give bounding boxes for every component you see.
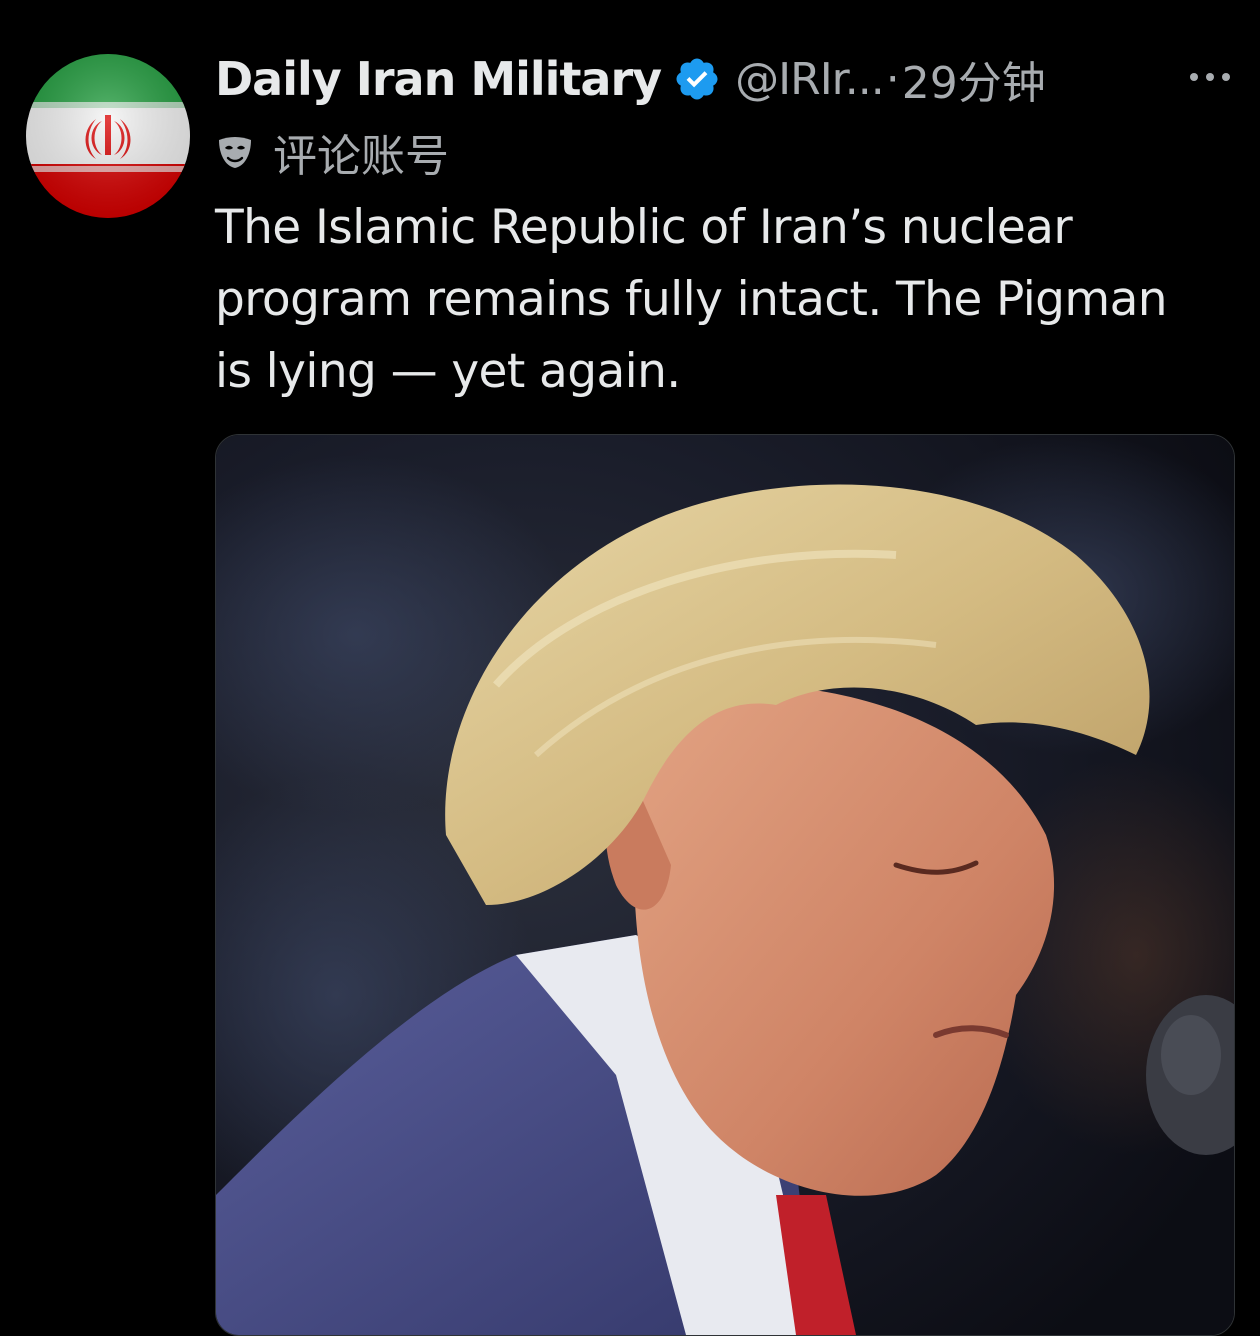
more-options-button[interactable] [1180, 52, 1240, 102]
account-label-text: 评论账号 [273, 131, 449, 182]
tweet-media-photo[interactable] [215, 434, 1235, 1336]
tweet-body-line: The Islamic Republic of Iran’s nuclear [215, 200, 1073, 255]
separator-dot: · [885, 53, 900, 105]
tweet-timestamp[interactable]: 29分钟 [902, 47, 1046, 111]
tweet[interactable]: Daily Iran Military @IRIr... · 29分钟 评论账号… [0, 0, 1260, 1336]
avatar[interactable] [26, 54, 190, 218]
account-label: 评论账号 [215, 122, 449, 182]
tweet-header: Daily Iran Military @IRIr... · 29分钟 [215, 44, 1235, 114]
author-handle[interactable]: @IRIr... [735, 54, 885, 105]
more-options-icon [1190, 73, 1230, 81]
photo-image [216, 435, 1234, 1335]
tweet-body: The Islamic Republic of Iran’s nuclear p… [215, 192, 1245, 408]
author-display-name[interactable]: Daily Iran Military [215, 52, 662, 106]
iran-flag-avatar-icon [26, 54, 190, 218]
verified-badge-icon[interactable] [673, 55, 721, 103]
mask-icon [215, 132, 255, 172]
tweet-body-line: is lying — yet again. [215, 344, 681, 399]
tweet-body-line: program remains fully intact. The Pigman [215, 272, 1168, 327]
